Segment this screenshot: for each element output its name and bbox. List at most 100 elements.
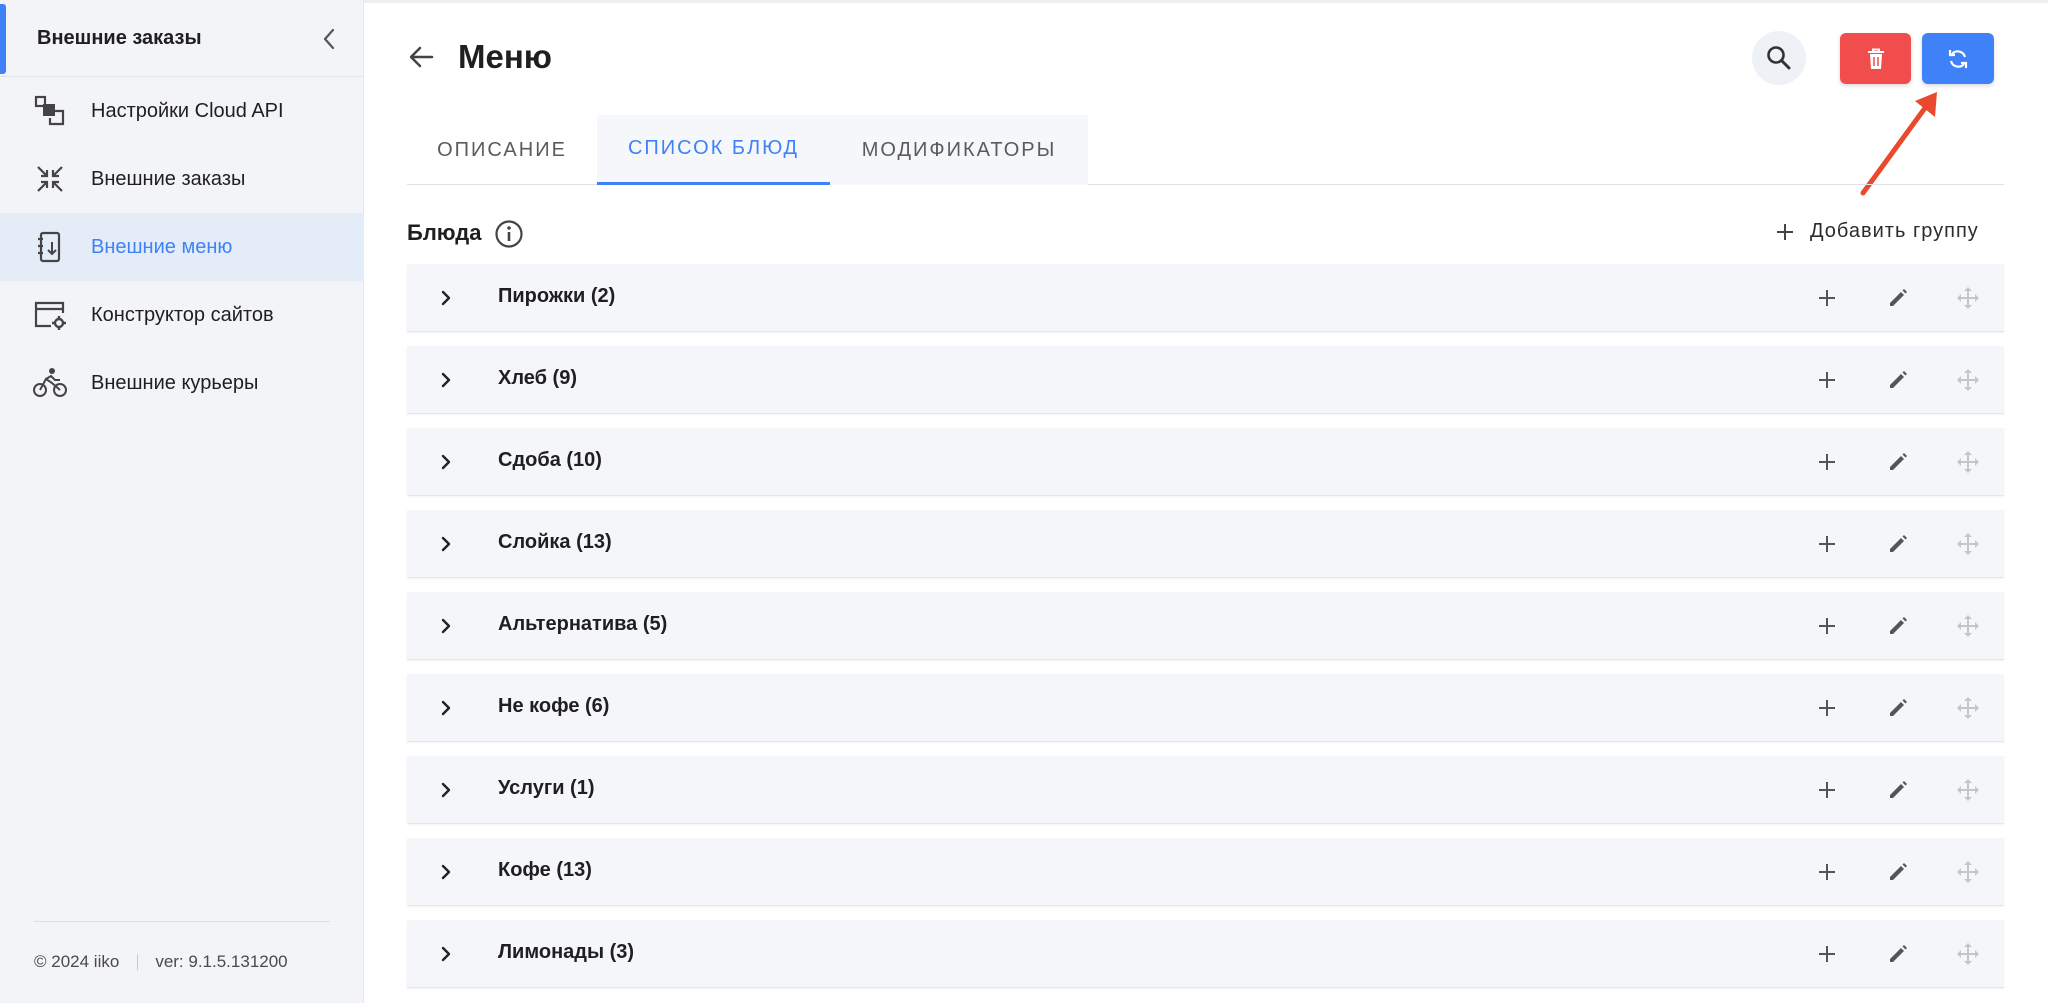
- chevron-right-icon[interactable]: [432, 858, 460, 886]
- group-row[interactable]: Сдоба (10): [407, 428, 2004, 496]
- add-item-button[interactable]: [1812, 529, 1842, 559]
- pencil-icon: [1890, 371, 1907, 388]
- group-name: Слойка (13): [498, 531, 612, 553]
- pencil-icon: [1890, 617, 1907, 634]
- sidebar-item-external-orders[interactable]: Внешние заказы: [0, 145, 364, 213]
- drag-handle-icon[interactable]: [1953, 857, 1983, 887]
- drag-handle-icon[interactable]: [1953, 693, 1983, 723]
- edit-group-button[interactable]: [1883, 857, 1913, 887]
- add-item-button[interactable]: [1812, 365, 1842, 395]
- sidebar: Внешние заказы Настройки Cloud API Внешн…: [0, 0, 364, 1003]
- group-row[interactable]: Пирожки (2): [407, 264, 2004, 332]
- sidebar-item-external-menu[interactable]: Внешние меню: [0, 213, 364, 281]
- group-row[interactable]: Слойка (13): [407, 510, 2004, 578]
- sidebar-item-label: Внешние заказы: [91, 167, 246, 190]
- pencil-icon: [1890, 699, 1907, 716]
- sidebar-item-label: Внешние меню: [91, 235, 233, 258]
- tab-modifiers[interactable]: МОДИФИКАТОРЫ: [830, 115, 1088, 185]
- add-group-label: Добавить группу: [1810, 220, 1979, 242]
- group-name: Услуги (1): [498, 777, 595, 799]
- edit-group-button[interactable]: [1883, 529, 1913, 559]
- pencil-icon: [1890, 535, 1907, 552]
- group-name: Не кофе (6): [498, 695, 610, 717]
- drag-handle-icon[interactable]: [1953, 611, 1983, 641]
- sidebar-item-cloud-api[interactable]: Настройки Cloud API: [0, 77, 364, 145]
- group-name: Сдоба (10): [498, 449, 602, 471]
- drag-handle-icon[interactable]: [1953, 529, 1983, 559]
- group-row[interactable]: Услуги (1): [407, 756, 2004, 824]
- sidebar-divider: [34, 921, 330, 922]
- plus-icon: [1819, 864, 1835, 880]
- edit-group-button[interactable]: [1883, 775, 1913, 805]
- plus-icon: [1819, 454, 1835, 470]
- add-group-button[interactable]: Добавить группу: [1774, 220, 1979, 243]
- drag-handle-icon[interactable]: [1953, 939, 1983, 969]
- add-item-button[interactable]: [1812, 693, 1842, 723]
- add-item-button[interactable]: [1812, 283, 1842, 313]
- add-item-button[interactable]: [1812, 447, 1842, 477]
- plus-icon: [1819, 536, 1835, 552]
- plus-icon: [1819, 946, 1835, 962]
- tab-description[interactable]: ОПИСАНИЕ: [407, 115, 597, 185]
- chevron-left-icon: [323, 28, 335, 50]
- info-icon[interactable]: [494, 219, 524, 249]
- search-icon: [1767, 46, 1791, 70]
- edit-group-button[interactable]: [1883, 611, 1913, 641]
- drag-handle-icon[interactable]: [1953, 775, 1983, 805]
- group-row[interactable]: Кофе (13): [407, 838, 2004, 906]
- chevron-right-icon[interactable]: [432, 366, 460, 394]
- cloud-api-settings-icon: [32, 93, 68, 129]
- chevron-right-icon[interactable]: [432, 776, 460, 804]
- edit-group-button[interactable]: [1883, 447, 1913, 477]
- sidebar-footer: © 2024 iiko ver: 9.1.5.131200: [34, 952, 288, 972]
- chevron-right-icon[interactable]: [432, 940, 460, 968]
- drag-handle-icon[interactable]: [1953, 283, 1983, 313]
- group-row[interactable]: Хлеб (9): [407, 346, 2004, 414]
- group-name: Лимонады (3): [498, 941, 635, 963]
- edit-group-button[interactable]: [1883, 939, 1913, 969]
- plus-icon: [1819, 618, 1835, 634]
- chevron-right-icon[interactable]: [432, 694, 460, 722]
- sidebar-item-site-builder[interactable]: Конструктор сайтов: [0, 281, 364, 349]
- back-button[interactable]: [404, 40, 438, 74]
- sync-icon: [1948, 49, 1968, 68]
- drag-handle-icon[interactable]: [1953, 365, 1983, 395]
- chevron-right-icon[interactable]: [432, 612, 460, 640]
- plus-icon: [1819, 372, 1835, 388]
- add-item-button[interactable]: [1812, 857, 1842, 887]
- pencil-icon: [1890, 945, 1907, 962]
- chevron-right-icon[interactable]: [432, 448, 460, 476]
- group-row[interactable]: Лимонады (3): [407, 920, 2004, 988]
- sidebar-item-label: Конструктор сайтов: [91, 303, 274, 326]
- group-row[interactable]: Альтернатива (5): [407, 592, 2004, 660]
- top-border: [364, 0, 2048, 3]
- plus-icon: [1774, 221, 1796, 243]
- sidebar-title: Внешние заказы: [37, 26, 202, 49]
- plus-icon: [1819, 700, 1835, 716]
- page-title: Меню: [458, 38, 552, 75]
- sync-button[interactable]: [1922, 33, 1994, 84]
- sidebar-item-label: Внешние курьеры: [91, 371, 259, 394]
- footer-separator: [137, 954, 139, 970]
- tab-dish-list[interactable]: СПИСОК БЛЮД: [597, 115, 830, 185]
- edit-group-button[interactable]: [1883, 283, 1913, 313]
- drag-handle-icon[interactable]: [1953, 447, 1983, 477]
- chevron-right-icon[interactable]: [432, 530, 460, 558]
- chevron-right-icon[interactable]: [432, 284, 460, 312]
- add-item-button[interactable]: [1812, 775, 1842, 805]
- group-name: Пирожки (2): [498, 285, 616, 307]
- courier-bike-icon: [32, 365, 68, 401]
- collapse-sidebar-button[interactable]: [316, 26, 342, 52]
- group-name: Кофе (13): [498, 859, 592, 881]
- search-button[interactable]: [1752, 31, 1806, 85]
- pencil-icon: [1890, 863, 1907, 880]
- delete-button[interactable]: [1840, 33, 1911, 84]
- edit-group-button[interactable]: [1883, 365, 1913, 395]
- tab-bar: ОПИСАНИЕ СПИСОК БЛЮД МОДИФИКАТОРЫ: [407, 115, 2004, 185]
- group-row[interactable]: Не кофе (6): [407, 674, 2004, 742]
- add-item-button[interactable]: [1812, 939, 1842, 969]
- sidebar-item-couriers[interactable]: Внешние курьеры: [0, 349, 364, 417]
- trash-icon: [1867, 48, 1884, 69]
- edit-group-button[interactable]: [1883, 693, 1913, 723]
- add-item-button[interactable]: [1812, 611, 1842, 641]
